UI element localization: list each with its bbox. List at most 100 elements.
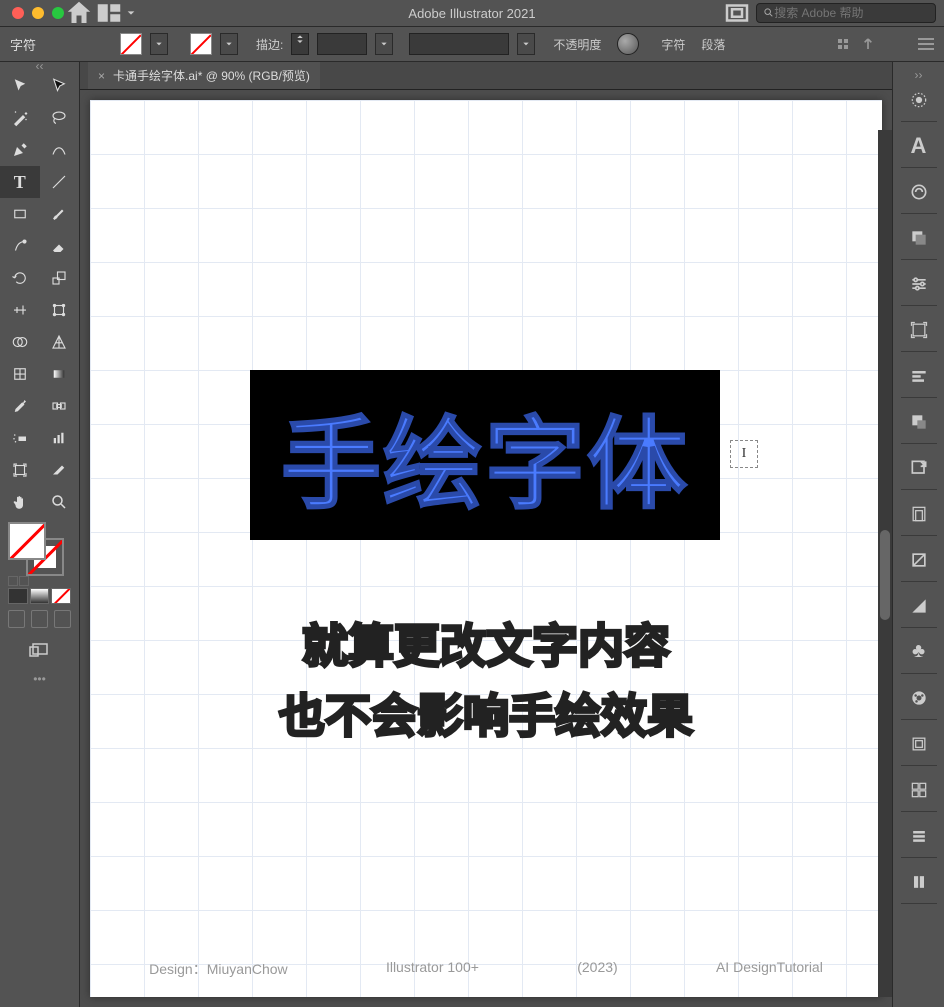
text-selection-block[interactable]: 手绘字体: [250, 370, 720, 540]
pen-tool[interactable]: [0, 134, 40, 166]
perspective-tool[interactable]: [40, 326, 80, 358]
appearance-panel-icon[interactable]: [901, 178, 937, 214]
opacity-label[interactable]: 不透明度: [553, 36, 601, 53]
scrollbar-thumb[interactable]: [880, 530, 890, 620]
character-panel-icon[interactable]: A: [901, 132, 937, 168]
window-controls: [0, 7, 64, 19]
dropdown-icon[interactable]: [124, 0, 138, 26]
paragraph-link[interactable]: 段落: [701, 36, 725, 53]
symbol-sprayer-tool[interactable]: [0, 422, 40, 454]
panel-menu-icon[interactable]: [918, 38, 934, 50]
fill-swatch[interactable]: [120, 33, 142, 55]
hand-tool[interactable]: [0, 486, 40, 518]
graphic-styles-icon[interactable]: [617, 33, 639, 55]
align-panel-icon[interactable]: [901, 362, 937, 398]
canvas[interactable]: 手绘字体 I 就算更改文字内容 也不会影响手绘效果 Design：MiuyanC…: [80, 90, 892, 1007]
brush-tool[interactable]: [40, 198, 80, 230]
zoom-tool[interactable]: [40, 486, 80, 518]
selection-tool[interactable]: [0, 70, 40, 102]
edit-toolbar[interactable]: •••: [0, 668, 79, 690]
slice-tool[interactable]: [40, 454, 80, 486]
free-transform-tool[interactable]: [40, 294, 80, 326]
draw-inside[interactable]: [54, 610, 71, 628]
fill-dropdown[interactable]: [150, 33, 168, 55]
eyedropper-tool[interactable]: [0, 390, 40, 422]
properties-panel-icon[interactable]: [901, 86, 937, 122]
artboard-tool[interactable]: [0, 454, 40, 486]
arrange-documents-icon[interactable]: [94, 0, 124, 26]
color-mode-solid[interactable]: [8, 588, 28, 604]
mesh-tool[interactable]: [0, 358, 40, 390]
brushes-panel-icon[interactable]: [901, 822, 937, 858]
fill-stroke-control[interactable]: [0, 518, 79, 586]
symbols-panel-icon[interactable]: [901, 776, 937, 812]
minimize-window-button[interactable]: [32, 7, 44, 19]
type-tool[interactable]: T: [0, 166, 40, 198]
line-tool[interactable]: [40, 166, 80, 198]
artboard: 手绘字体 I 就算更改文字内容 也不会影响手绘效果 Design：MiuyanC…: [90, 100, 882, 997]
color-guide-panel-icon[interactable]: [901, 592, 937, 628]
layers-panel-icon[interactable]: [901, 224, 937, 260]
vertical-scrollbar[interactable]: [878, 130, 892, 997]
stroke-swatch[interactable]: [190, 33, 212, 55]
direct-selection-tool[interactable]: [40, 70, 80, 102]
close-tab-icon[interactable]: ×: [98, 69, 105, 83]
stroke-weight[interactable]: [317, 33, 367, 55]
main-text[interactable]: 手绘字体: [281, 383, 689, 528]
lasso-tool[interactable]: [40, 102, 80, 134]
home-icon[interactable]: [64, 0, 94, 26]
draw-behind[interactable]: [31, 610, 48, 628]
swatches-panel-icon[interactable]: ♣: [901, 638, 937, 674]
stroke-dropdown[interactable]: [220, 33, 238, 55]
rotate-tool[interactable]: [0, 262, 40, 294]
shape-builder-tool[interactable]: [0, 326, 40, 358]
artboard-footer: Design：MiuyanChow Illustrator 100+ (2023…: [90, 959, 882, 979]
document-tab[interactable]: × 卡通手绘字体.ai* @ 90% (RGB/预览): [88, 62, 320, 89]
draw-normal[interactable]: [8, 610, 25, 628]
rectangle-tool[interactable]: [0, 198, 40, 230]
search-field[interactable]: [756, 3, 936, 23]
toolbox-handle[interactable]: ‹‹: [0, 62, 79, 70]
caption-line-2: 也不会影响手绘效果: [279, 680, 693, 746]
footer-brand: AI DesignTutorial: [716, 959, 823, 979]
brush-definition[interactable]: [409, 33, 509, 55]
brush-dropdown[interactable]: [517, 33, 535, 55]
stroke-label: 描边:: [256, 36, 283, 53]
gpu-icon[interactable]: [722, 0, 752, 26]
graph-tool[interactable]: [40, 422, 80, 454]
eraser-tool[interactable]: [40, 230, 80, 262]
stroke-stepper[interactable]: [291, 33, 309, 55]
width-tool[interactable]: [0, 294, 40, 326]
rightbar-handle[interactable]: ››: [915, 68, 923, 76]
artboards-panel-icon[interactable]: [901, 316, 937, 352]
magic-wand-tool[interactable]: [0, 102, 40, 134]
libraries-panel-icon[interactable]: [901, 500, 937, 536]
screen-mode[interactable]: [0, 632, 79, 668]
stroke-weight-dropdown[interactable]: [375, 33, 393, 55]
shaper-tool[interactable]: [0, 230, 40, 262]
color-mode-none[interactable]: [51, 588, 71, 604]
stroke-panel-icon[interactable]: [901, 730, 937, 766]
character-link[interactable]: 字符: [661, 36, 685, 53]
color-panel-icon[interactable]: [901, 684, 937, 720]
blend-tool[interactable]: [40, 390, 80, 422]
links-panel-icon[interactable]: [901, 546, 937, 582]
graphic-styles-panel-icon[interactable]: [901, 868, 937, 904]
sliders-panel-icon[interactable]: [901, 270, 937, 306]
titlebar: Adobe Illustrator 2021: [0, 0, 944, 26]
toolbox: ‹‹ T: [0, 62, 80, 1007]
app-title: Adobe Illustrator 2021: [408, 6, 535, 21]
fill-color-box[interactable]: [8, 522, 46, 560]
pathfinder-panel-icon[interactable]: [901, 408, 937, 444]
curvature-tool[interactable]: [40, 134, 80, 166]
close-window-button[interactable]: [12, 7, 24, 19]
align-icon[interactable]: [838, 39, 848, 49]
document-tabbar: × 卡通手绘字体.ai* @ 90% (RGB/预览): [80, 62, 892, 90]
maximize-window-button[interactable]: [52, 7, 64, 19]
scale-tool[interactable]: [40, 262, 80, 294]
transform-icon[interactable]: [858, 34, 878, 54]
gradient-tool[interactable]: [40, 358, 80, 390]
search-input[interactable]: [774, 6, 929, 20]
export-panel-icon[interactable]: [901, 454, 937, 490]
color-mode-gradient[interactable]: [30, 588, 50, 604]
